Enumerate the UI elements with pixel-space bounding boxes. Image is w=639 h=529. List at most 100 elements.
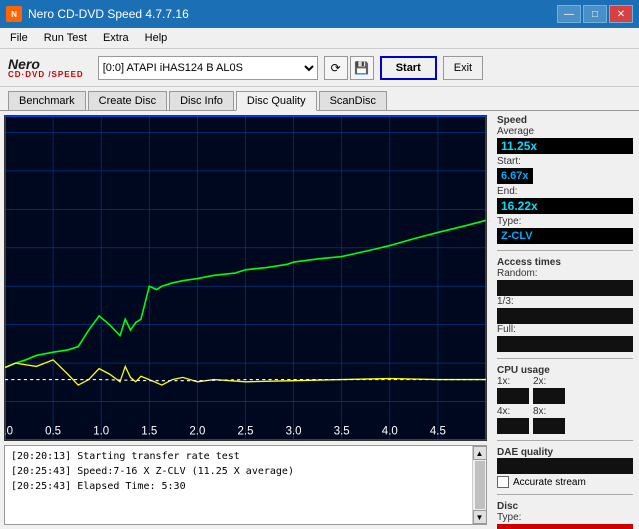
disc-type-label: Type: (497, 512, 633, 523)
menu-bar: File Run Test Extra Help (0, 28, 639, 49)
svg-text:3.0: 3.0 (286, 424, 302, 437)
nero-logo-top: Nero (8, 57, 84, 71)
cpu-4x-value (497, 418, 529, 434)
type-label: Type: (497, 216, 633, 227)
cpu-4x-col: 4x: (497, 406, 529, 434)
speed-header: Speed (497, 115, 633, 126)
cpu-2x-label: 2x: (533, 376, 565, 387)
divider-1 (497, 250, 633, 251)
title-bar: N Nero CD-DVD Speed 4.7.7.16 — □ ✕ (0, 0, 639, 28)
dae-section: DAE quality Accurate stream (497, 447, 633, 488)
end-label: End: (497, 186, 633, 197)
log-content: [20:20:13] Starting transfer rate test [… (5, 446, 472, 524)
save-icon-button[interactable]: 💾 (350, 56, 374, 80)
toolbar-icons: ⟳ 💾 (324, 56, 374, 80)
disc-section: Disc Type: DVD+R Length: 4.38 GB (497, 501, 633, 529)
start-value: 6.67x (497, 168, 533, 184)
accurate-stream-checkbox[interactable] (497, 476, 509, 488)
start-label: Start: (497, 156, 533, 167)
menu-extra[interactable]: Extra (97, 30, 135, 46)
cpu-8x-col: 8x: (533, 406, 565, 434)
tab-bar: Benchmark Create Disc Disc Info Disc Qua… (0, 87, 639, 111)
svg-text:4.5: 4.5 (430, 424, 446, 437)
cpu-header: CPU usage (497, 365, 633, 376)
cpu-4x-label: 4x: (497, 406, 529, 417)
right-panel: Speed Average 11.25x Start: 6.67x End: 1… (491, 111, 639, 529)
start-col: Start: 6.67x (497, 156, 533, 184)
average-value: 11.25x (497, 138, 633, 154)
random-label: Random: (497, 268, 633, 279)
svg-text:0.5: 0.5 (45, 424, 61, 437)
menu-file[interactable]: File (4, 30, 34, 46)
disc-type-value: DVD+R (497, 524, 633, 529)
svg-text:1.5: 1.5 (141, 424, 157, 437)
full-label: Full: (497, 324, 633, 335)
refresh-icon-button[interactable]: ⟳ (324, 56, 348, 80)
log-scrollbar: ▲ ▼ (472, 446, 486, 524)
tab-benchmark[interactable]: Benchmark (8, 91, 86, 110)
end-value: 16.22x (497, 198, 633, 214)
scroll-thumb[interactable] (475, 461, 485, 509)
full-value (497, 336, 633, 352)
dae-value (497, 458, 633, 474)
menu-run-test[interactable]: Run Test (38, 30, 93, 46)
svg-text:3.5: 3.5 (334, 424, 350, 437)
svg-text:2.0: 2.0 (189, 424, 205, 437)
start-button[interactable]: Start (380, 56, 437, 80)
minimize-button[interactable]: — (557, 5, 581, 23)
accurate-stream-label: Accurate stream (513, 477, 586, 488)
cpu-2x-col: 2x: (533, 376, 565, 404)
access-times-section: Access times Random: 1/3: Full: (497, 257, 633, 352)
svg-text:2.5: 2.5 (238, 424, 254, 437)
drive-selector[interactable]: [0:0] ATAPI iHAS124 B AL0S (98, 56, 318, 80)
log-entry-0: [20:20:13] Starting transfer rate test (11, 449, 466, 464)
speed-section: Speed Average 11.25x Start: 6.67x End: 1… (497, 115, 633, 244)
divider-3 (497, 440, 633, 441)
main-content: 4 X 8 X 12 X 16 X 20 X 24 X 4 8 12 16 (0, 111, 639, 529)
cpu-1x-col: 1x: (497, 376, 529, 404)
tab-disc-info[interactable]: Disc Info (169, 91, 234, 110)
menu-help[interactable]: Help (139, 30, 174, 46)
chart-column: 4 X 8 X 12 X 16 X 20 X 24 X 4 8 12 16 (0, 111, 491, 529)
log-area: [20:20:13] Starting transfer rate test [… (4, 445, 487, 525)
chart-svg: 4 X 8 X 12 X 16 X 20 X 24 X 4 8 12 16 (5, 116, 486, 440)
average-label: Average (497, 126, 633, 137)
cpu-1x-value (497, 388, 529, 404)
scroll-up-button[interactable]: ▲ (473, 446, 487, 460)
divider-2 (497, 358, 633, 359)
svg-text:1.0: 1.0 (93, 424, 109, 437)
nero-logo: Nero CD·DVD /SPEED (8, 57, 84, 79)
divider-4 (497, 494, 633, 495)
disc-header: Disc (497, 501, 633, 512)
window-title: Nero CD-DVD Speed 4.7.7.16 (28, 7, 189, 21)
access-times-header: Access times (497, 257, 633, 268)
svg-text:0.0: 0.0 (5, 424, 13, 437)
scroll-down-button[interactable]: ▼ (473, 510, 487, 524)
chart-container: 4 X 8 X 12 X 16 X 20 X 24 X 4 8 12 16 (4, 115, 487, 441)
app-window: N Nero CD-DVD Speed 4.7.7.16 — □ ✕ File … (0, 0, 639, 529)
tab-create-disc[interactable]: Create Disc (88, 91, 167, 110)
cpu-1x-label: 1x: (497, 376, 529, 387)
log-entry-2: [20:25:43] Elapsed Time: 5:30 (11, 479, 466, 494)
log-entry-1: [20:25:43] Speed:7-16 X Z-CLV (11.25 X a… (11, 464, 466, 479)
maximize-button[interactable]: □ (583, 5, 607, 23)
cpu-8x-label: 8x: (533, 406, 565, 417)
accurate-stream-row: Accurate stream (497, 476, 633, 488)
onethird-label: 1/3: (497, 296, 633, 307)
toolbar: Nero CD·DVD /SPEED [0:0] ATAPI iHAS124 B… (0, 49, 639, 87)
title-bar-controls: — □ ✕ (557, 5, 633, 23)
close-button[interactable]: ✕ (609, 5, 633, 23)
random-value (497, 280, 633, 296)
app-icon: N (6, 6, 22, 22)
svg-text:4.0: 4.0 (382, 424, 398, 437)
cpu-8x-value (533, 418, 565, 434)
tab-disc-quality[interactable]: Disc Quality (236, 91, 317, 111)
cpu-2x-value (533, 388, 565, 404)
tab-scan-disc[interactable]: ScanDisc (319, 91, 387, 110)
title-bar-left: N Nero CD-DVD Speed 4.7.7.16 (6, 6, 189, 22)
type-value: Z-CLV (497, 228, 633, 244)
dae-header: DAE quality (497, 447, 633, 458)
nero-logo-bottom: CD·DVD /SPEED (8, 71, 84, 79)
onethird-value (497, 308, 633, 324)
exit-button[interactable]: Exit (443, 56, 483, 80)
